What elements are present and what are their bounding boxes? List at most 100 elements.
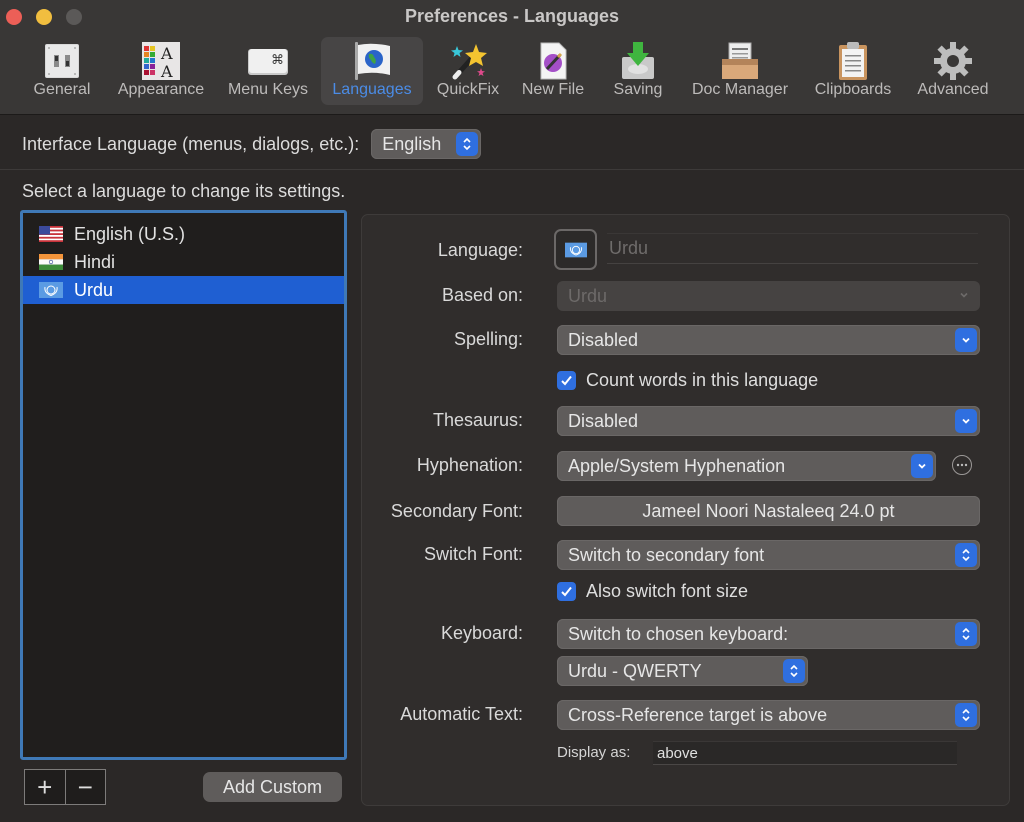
select-language-hint: Select a language to change its settings… <box>22 181 346 201</box>
spelling-popup[interactable]: Disabled <box>557 325 980 355</box>
spelling-label: Spelling: <box>453 329 523 349</box>
thesaurus-label: Thesaurus: <box>432 410 523 430</box>
divider <box>0 169 1024 170</box>
switch-font-popup[interactable]: Switch to secondary font <box>557 540 980 570</box>
hyphenation-options-button[interactable] <box>952 455 972 475</box>
up-down-chevron-icon <box>783 659 805 683</box>
add-custom-button[interactable]: Add Custom <box>203 772 342 802</box>
thesaurus-popup[interactable]: Disabled <box>557 406 980 436</box>
chevron-down-icon <box>955 409 977 433</box>
up-down-chevron-icon <box>955 622 977 646</box>
count-words-label: Count words in this language <box>586 370 819 390</box>
window-titlebar: Preferences - Languages General A A Appe… <box>0 0 1024 115</box>
count-words-checkbox-row[interactable]: Count words in this language <box>557 370 818 391</box>
switches-icon <box>45 44 79 78</box>
list-item-english-us[interactable]: English (U.S.) <box>23 220 344 248</box>
preferences-toolbar: General A A Appearance ⌘ Menu Keys Langu… <box>0 37 1024 107</box>
language-flag-well[interactable] <box>554 229 597 270</box>
magic-wand-icon <box>451 44 487 80</box>
up-down-chevron-icon <box>955 543 977 567</box>
thesaurus-value: Disabled <box>568 410 639 431</box>
inbox-tray-icon <box>722 42 758 79</box>
automatic-text-label: Automatic Text: <box>400 704 523 724</box>
tab-clipboards[interactable]: Clipboards <box>806 37 900 105</box>
new-file-icon <box>540 42 567 80</box>
window-title: Preferences - Languages <box>404 6 620 26</box>
remove-language-button[interactable]: − <box>64 770 106 804</box>
save-disk-icon <box>622 42 654 79</box>
automatic-text-value: Cross-Reference target is above <box>568 704 828 725</box>
tab-label: Advanced <box>917 81 989 98</box>
tab-label: New File <box>521 81 585 98</box>
interface-language-label: Interface Language (menus, dialogs, etc.… <box>22 133 360 154</box>
display-as-field[interactable]: above <box>653 741 957 765</box>
hyphenation-label: Hyphenation: <box>416 455 523 475</box>
keyboard-mode-value: Switch to chosen keyboard: <box>568 623 789 644</box>
secondary-font-label: Secondary Font: <box>390 501 523 521</box>
tab-label: Languages <box>332 81 412 98</box>
switch-font-label: Switch Font: <box>423 544 523 564</box>
keyboard-layout-popup[interactable]: Urdu - QWERTY <box>557 656 808 686</box>
tab-label: Appearance <box>117 81 205 98</box>
tab-label: Menu Keys <box>227 81 309 98</box>
also-switch-size-label: Also switch font size <box>586 581 749 601</box>
language-name: English (U.S.) <box>74 223 186 244</box>
un-flag-icon <box>39 282 63 298</box>
tab-doc-manager[interactable]: Doc Manager <box>684 37 796 105</box>
command-key-icon: ⌘ <box>248 49 288 75</box>
secondary-font-button[interactable]: Jameel Noori Nastaleeq 24.0 pt <box>557 496 980 526</box>
language-label: Language: <box>437 240 523 260</box>
interface-language-row: Interface Language (menus, dialogs, etc.… <box>22 128 482 160</box>
language-name: Urdu <box>74 279 114 300</box>
checkmark-icon <box>561 375 572 386</box>
chevron-down-icon <box>960 292 968 298</box>
chevron-down-icon <box>955 328 977 352</box>
automatic-text-popup[interactable]: Cross-Reference target is above <box>557 700 980 730</box>
up-down-chevron-icon <box>955 703 977 727</box>
language-name-field[interactable]: Urdu <box>607 233 978 264</box>
tab-label: QuickFix <box>436 81 500 98</box>
hyphenation-value: Apple/System Hyphenation <box>568 455 786 476</box>
india-flag-icon <box>39 254 63 270</box>
also-switch-size-checkbox-row[interactable]: Also switch font size <box>557 581 748 602</box>
tab-new-file[interactable]: New File <box>516 37 590 105</box>
based-on-popup[interactable]: Urdu <box>557 281 980 311</box>
keyboard-label: Keyboard: <box>440 623 523 643</box>
svg-text:⌘: ⌘ <box>271 53 284 68</box>
tab-languages[interactable]: Languages <box>321 37 423 105</box>
svg-text:A: A <box>160 62 173 81</box>
hyphenation-popup[interactable]: Apple/System Hyphenation <box>557 451 936 481</box>
count-words-checkbox[interactable] <box>557 371 576 390</box>
un-flag-icon <box>564 242 587 257</box>
tab-saving[interactable]: Saving <box>604 37 672 105</box>
list-item-urdu[interactable]: Urdu <box>23 276 344 304</box>
tab-general[interactable]: General <box>26 37 98 105</box>
globe-flag-icon <box>355 42 390 80</box>
language-name: Hindi <box>74 251 116 272</box>
chevron-down-icon <box>911 454 933 478</box>
tab-quickfix[interactable]: QuickFix <box>431 37 505 105</box>
tab-menu-keys[interactable]: ⌘ Menu Keys <box>224 37 312 105</box>
list-add-remove-control: + − <box>24 769 106 805</box>
interface-language-value: English <box>382 133 442 154</box>
tab-label: General <box>33 81 91 98</box>
checkmark-icon <box>561 586 572 597</box>
up-down-chevron-icon <box>456 132 479 156</box>
us-flag-icon <box>39 226 63 242</box>
tab-label: Saving <box>613 81 663 98</box>
language-settings-panel: Language: Urdu Based on: Urdu Spelling: … <box>361 214 1010 806</box>
tab-label: Clipboards <box>814 81 892 98</box>
ellipsis-icon <box>956 463 968 467</box>
tab-label: Doc Manager <box>691 81 789 98</box>
interface-language-popup[interactable]: English <box>371 129 482 159</box>
tab-advanced[interactable]: Advanced <box>910 37 996 105</box>
tab-appearance[interactable]: A A Appearance <box>112 37 210 105</box>
spelling-value: Disabled <box>568 329 639 350</box>
language-list[interactable]: English (U.S.) Hindi Urdu <box>20 210 347 760</box>
also-switch-size-checkbox[interactable] <box>557 582 576 601</box>
clipboard-icon <box>839 42 867 80</box>
list-item-hindi[interactable]: Hindi <box>23 248 344 276</box>
svg-text:A: A <box>160 44 173 63</box>
add-language-button[interactable]: + <box>25 770 65 804</box>
keyboard-mode-popup[interactable]: Switch to chosen keyboard: <box>557 619 980 649</box>
